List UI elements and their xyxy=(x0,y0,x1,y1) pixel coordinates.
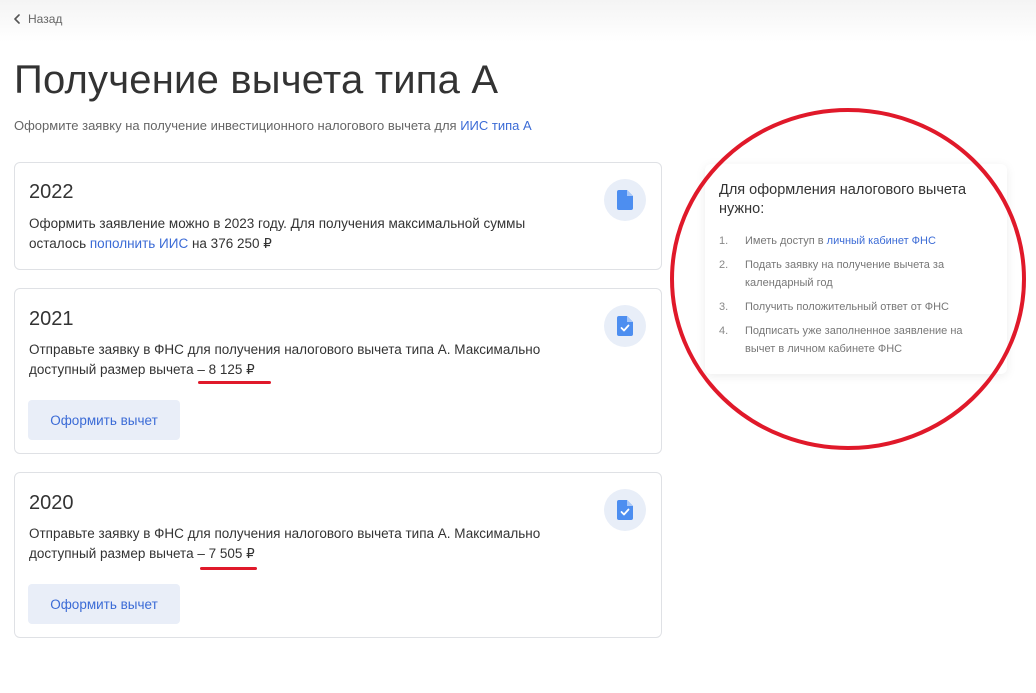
document-check-icon xyxy=(604,305,646,347)
chevron-left-icon xyxy=(14,14,20,24)
card-text-line: Отправьте заявку в ФНС для получения нал… xyxy=(29,526,541,541)
apply-deduction-button[interactable]: Оформить вычет xyxy=(28,400,180,440)
card-text-prefix: доступный размер вычета – xyxy=(29,546,209,561)
steps-list: 1. Иметь доступ в личный кабинет ФНС 2. … xyxy=(719,232,994,364)
list-item: 1. Иметь доступ в личный кабинет ФНС xyxy=(719,232,994,250)
card-text-suffix: на 376 250 ₽ xyxy=(188,236,272,251)
document-check-icon xyxy=(604,489,646,531)
card-year: 2020 xyxy=(29,492,74,514)
deduction-card-2020: 2020 Отправьте заявку в ФНС для получени… xyxy=(14,472,662,638)
iis-type-a-link[interactable]: ИИС типа А xyxy=(460,118,531,133)
page-title: Получение вычета типа А xyxy=(14,58,499,102)
card-text-line: доступный размер вычета – 8 125 ₽ xyxy=(29,360,589,380)
page-subtitle: Оформите заявку на получение инвестицион… xyxy=(14,118,532,133)
step-number: 1. xyxy=(719,235,729,247)
max-deduction-amount: 8 125 ₽ xyxy=(208,362,255,377)
card-text-line: доступный размер вычета – 7 505 ₽ xyxy=(29,544,589,564)
step-number: 3. xyxy=(719,301,729,313)
list-item: 2. Подать заявку на получение вычета за … xyxy=(719,256,994,292)
step-text: Иметь доступ в личный кабинет ФНС xyxy=(745,232,936,250)
step-number: 2. xyxy=(719,259,729,271)
card-text-prefix: доступный размер вычета – xyxy=(29,362,209,377)
list-item: 4. Подписать уже заполненное заявление н… xyxy=(719,322,994,358)
card-text-line: осталось пополнить ИИС на 376 250 ₽ xyxy=(29,234,589,254)
list-item: 3. Получить положительный ответ от ФНС xyxy=(719,298,994,316)
annotation-underline xyxy=(198,381,271,384)
card-year: 2021 xyxy=(29,308,74,330)
card-description: Оформить заявление можно в 2023 году. Дл… xyxy=(29,214,589,254)
card-year: 2022 xyxy=(29,181,74,203)
step-text: Подписать уже заполненное заявление на в… xyxy=(745,325,963,355)
card-text-line: Отправьте заявку в ФНС для получения нал… xyxy=(29,342,541,357)
annotation-underline xyxy=(200,567,257,570)
card-text-prefix: осталось xyxy=(29,236,90,251)
fns-cabinet-link[interactable]: личный кабинет ФНС xyxy=(827,235,936,247)
top-bar xyxy=(0,0,1036,42)
step-text: Получить положительный ответ от ФНС xyxy=(745,301,949,313)
deduction-card-2021: 2021 Отправьте заявку в ФНС для получени… xyxy=(14,288,662,454)
apply-deduction-button[interactable]: Оформить вычет xyxy=(28,584,180,624)
info-title: Для оформления налогового вычета нужно: xyxy=(719,182,967,217)
document-icon xyxy=(604,179,646,221)
step-text-prefix: Иметь доступ в xyxy=(745,235,827,247)
card-text-line: Оформить заявление можно в 2023 году. Дл… xyxy=(29,216,526,231)
subtitle-text: Оформите заявку на получение инвестицион… xyxy=(14,118,461,133)
back-label: Назад xyxy=(28,12,63,26)
top-up-iis-link[interactable]: пополнить ИИС xyxy=(90,236,188,251)
step-text: Подать заявку на получение вычета за кал… xyxy=(745,259,945,289)
step-number: 4. xyxy=(719,325,729,337)
deduction-card-2022: 2022 Оформить заявление можно в 2023 год… xyxy=(14,162,662,270)
card-description: Отправьте заявку в ФНС для получения нал… xyxy=(29,524,589,564)
max-deduction-amount: 7 505 ₽ xyxy=(208,546,255,561)
back-link[interactable]: Назад xyxy=(14,12,62,26)
info-panel: Для оформления налогового вычета нужно: … xyxy=(705,164,1007,374)
card-description: Отправьте заявку в ФНС для получения нал… xyxy=(29,340,589,380)
